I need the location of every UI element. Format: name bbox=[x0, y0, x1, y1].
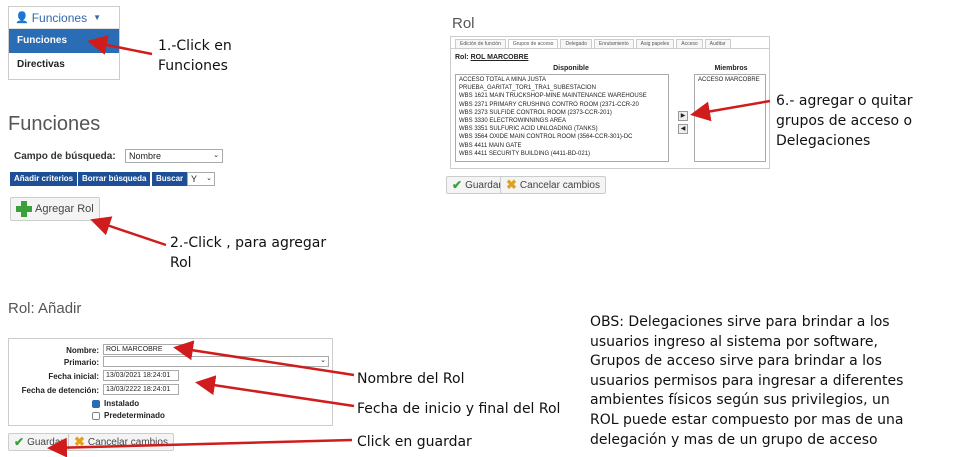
arrow-to-funciones bbox=[87, 35, 153, 56]
annotation-arrows bbox=[47, 35, 771, 457]
arrow-to-fechas bbox=[195, 375, 355, 408]
arrow-to-transfer bbox=[690, 99, 771, 122]
arrow-to-nombre bbox=[173, 340, 355, 377]
arrow-to-add-rol bbox=[90, 216, 167, 247]
arrow-to-guardar bbox=[47, 437, 353, 457]
